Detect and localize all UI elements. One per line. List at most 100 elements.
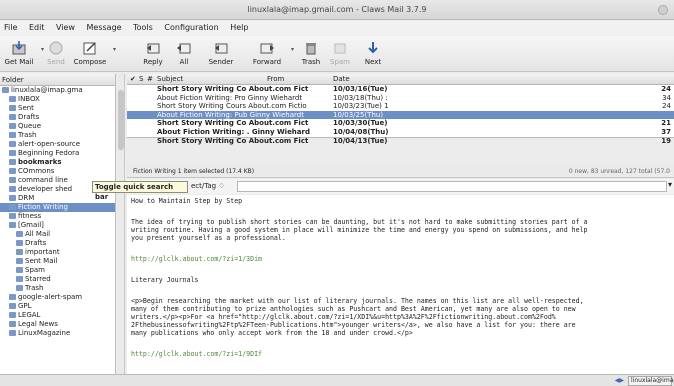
folder-item[interactable]: Legal News <box>0 320 115 329</box>
folder-item[interactable]: Drafts <box>0 113 115 122</box>
reply-all-button[interactable]: All <box>172 40 196 70</box>
message-size: 24 <box>662 102 671 111</box>
folder-label: Beginning Fedora <box>18 149 80 157</box>
col-status[interactable]: S <box>139 75 143 83</box>
col-subject[interactable]: Subject <box>157 75 183 83</box>
folder-icon <box>9 312 16 318</box>
col-number[interactable]: # <box>147 75 153 83</box>
reply-sender-button[interactable]: Sender <box>206 40 236 70</box>
folder-item[interactable]: Sent Mail <box>0 257 115 266</box>
body-gap <box>131 288 670 297</box>
menu-message[interactable]: Message <box>87 23 122 32</box>
folder-item[interactable]: alert-open-source <box>0 140 115 149</box>
compose-button[interactable]: Compose ▾ <box>72 40 116 70</box>
message-size: 19 <box>661 136 671 145</box>
folder-scrollbar-thumb[interactable] <box>118 90 124 150</box>
folder-item[interactable]: important <box>0 248 115 257</box>
folder-icon <box>9 150 16 156</box>
folder-item[interactable]: Trash <box>0 284 115 293</box>
folder-scrollbar[interactable] <box>117 74 125 374</box>
compose-icon <box>83 42 96 55</box>
folder-label: Drafts <box>25 239 47 247</box>
send-button[interactable]: Send <box>44 40 68 70</box>
folder-item[interactable]: bookmarks <box>0 158 115 167</box>
toolbar: Get Mail ▾ Send Compose ▾ Reply All Send… <box>0 36 674 72</box>
folder-item[interactable]: Starred <box>0 275 115 284</box>
folder-item[interactable]: Spam <box>0 266 115 275</box>
menu-edit[interactable]: Edit <box>29 23 45 32</box>
get-mail-button[interactable]: Get Mail ▾ <box>2 40 44 70</box>
body-para2e: many publications who only accept work f… <box>131 329 413 337</box>
forward-button[interactable]: Forward ▾ <box>248 40 294 70</box>
body-para2d: 2Fthebusinessofwriting%2Ftp%2FTeen-Publi… <box>131 321 576 329</box>
folder-item[interactable]: LinuxMagazine <box>0 329 115 338</box>
folder-item[interactable]: GPL <box>0 302 115 311</box>
folder-label: Starred <box>25 275 51 283</box>
quick-search-type[interactable]: ect/Tag ♢ <box>191 182 225 190</box>
col-date[interactable]: Date <box>333 75 350 83</box>
forward-icon <box>260 43 274 54</box>
folder-item[interactable]: Beginning Fedora <box>0 149 115 158</box>
body-para1a: The idea of trying to publish short stor… <box>131 218 588 226</box>
folder-item[interactable]: linuxlala@imap.gma <box>0 86 115 95</box>
compose-dropdown-icon[interactable]: ▾ <box>113 46 116 53</box>
folder-item[interactable]: [Gmail] <box>0 221 115 230</box>
folder-item[interactable]: Fiction Writing <box>0 203 115 212</box>
folder-item[interactable]: COmmons <box>0 167 115 176</box>
menu-file[interactable]: File <box>4 23 17 32</box>
menu-tools[interactable]: Tools <box>133 23 153 32</box>
folder-label: LinuxMagazine <box>18 329 71 337</box>
body-link-2[interactable]: http://glclk.about.com/?zi=1/9DIf <box>131 350 670 358</box>
folder-icon <box>9 222 16 228</box>
folder-label: Sent <box>18 104 34 112</box>
folder-icon <box>16 231 23 237</box>
body-gap <box>131 267 670 276</box>
quick-search-dropdown-icon[interactable]: ▾ <box>668 180 672 189</box>
message-row[interactable]: Short Story Writing Co About.com Fict 10/… <box>127 137 674 146</box>
folder-icon <box>9 195 16 201</box>
message-row[interactable]: About Fiction Writing: Pub Ginny Wiehard… <box>127 110 674 120</box>
message-row[interactable]: Short Story Writing Cours About.com Fict… <box>127 102 674 111</box>
forward-dropdown-icon[interactable]: ▾ <box>291 46 294 53</box>
folder-item[interactable]: Sent <box>0 104 115 113</box>
message-row[interactable]: Short Story Writing Co About.com Fict 10/… <box>127 119 674 128</box>
folder-label: developer shed <box>18 185 73 193</box>
folder-icon <box>9 213 16 219</box>
spam-button[interactable]: Spam <box>328 40 352 70</box>
next-button[interactable]: Next <box>360 40 386 70</box>
folder-icon <box>9 330 16 336</box>
folder-column-header[interactable]: Folder <box>0 74 115 86</box>
folder-label: Sent Mail <box>25 257 58 265</box>
message-row[interactable]: About Fiction Writing: . Ginny Wiehard 10… <box>127 128 674 137</box>
body-para2a: <p>Begin researching the market with our… <box>131 297 584 305</box>
col-check[interactable]: ✔ <box>130 75 136 83</box>
window-close-icon[interactable] <box>658 5 668 15</box>
trash-button[interactable]: Trash <box>298 40 324 70</box>
folder-item[interactable]: LEGAL <box>0 311 115 320</box>
menu-view[interactable]: View <box>56 23 75 32</box>
folder-item[interactable]: Drafts <box>0 239 115 248</box>
quick-search-input[interactable] <box>237 181 667 192</box>
reply-sender-icon <box>215 43 228 54</box>
folder-label: important <box>25 248 60 256</box>
message-date: 10/03/23(Tue) 1 <box>333 102 389 111</box>
message-row[interactable]: Short Story Writing Co About.com Fict 10/… <box>127 85 674 94</box>
account-selector[interactable]: linuxlala@imap <box>628 376 674 386</box>
message-size: 37 <box>661 127 671 136</box>
menu-configuration[interactable]: Configuration <box>164 23 218 32</box>
folder-item[interactable]: Trash <box>0 131 115 140</box>
folder-item[interactable]: INBOX <box>0 95 115 104</box>
col-from[interactable]: From <box>267 75 284 83</box>
reply-button[interactable]: Reply <box>140 40 166 70</box>
folder-item[interactable]: fitness <box>0 212 115 221</box>
online-status-icon[interactable]: ◀▶ <box>615 377 624 384</box>
folder-item[interactable]: All Mail <box>0 230 115 239</box>
message-row[interactable]: About Fiction Writing: Pro Ginny Wiehard… <box>127 94 674 103</box>
menu-help[interactable]: Help <box>230 23 248 32</box>
folder-item[interactable]: Queue <box>0 122 115 131</box>
folder-item[interactable]: google-alert-spam <box>0 293 115 302</box>
folder-icon <box>9 123 16 129</box>
body-link-1[interactable]: http://glclk.about.com/?zi=1/3Dim <box>131 255 670 263</box>
folder-icon <box>16 276 23 282</box>
folder-icon <box>9 294 16 300</box>
